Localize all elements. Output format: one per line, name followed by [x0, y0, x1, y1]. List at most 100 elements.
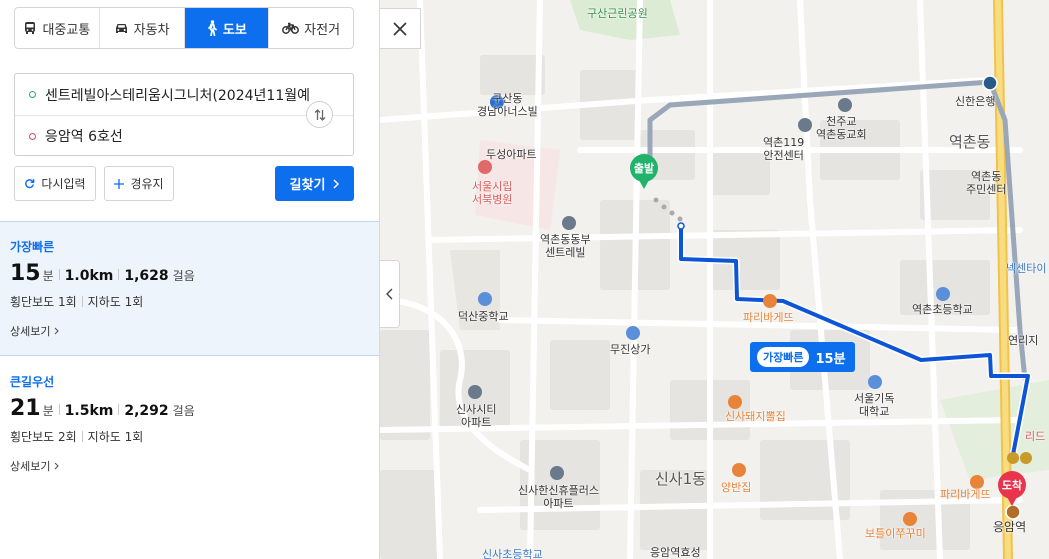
- destination-field[interactable]: 응암역 6호선: [15, 115, 353, 156]
- map-label-safety-center: 역촌119 안전센터: [763, 136, 805, 162]
- map-label-bakery: 파리바게뜨: [743, 311, 794, 324]
- result-minutes-unit: 분: [42, 404, 54, 418]
- reset-button[interactable]: 다시입력: [14, 166, 96, 201]
- divider: [58, 269, 60, 280]
- divider: [58, 404, 60, 415]
- chevron-left-icon: [386, 288, 393, 300]
- map-label-place: 연리지: [1008, 334, 1039, 347]
- search-route-button[interactable]: 길찾기: [275, 166, 354, 201]
- swap-arrows-icon: [314, 108, 325, 121]
- church-poi-icon: [838, 98, 852, 112]
- result-steps: 1,628: [124, 268, 169, 284]
- park-area: [570, 0, 680, 40]
- transport-mode-tabs: 대중교통 자동차 도보 자전거: [14, 7, 354, 49]
- map-label-hospital: 서울시립 서북병원: [472, 180, 513, 206]
- apartment-poi-icon: [562, 216, 576, 230]
- tab-public-transit-label: 대중교통: [42, 22, 91, 38]
- route-panel: 대중교통 자동차 도보 자전거 센트레빌아스테리움시그니처(2024년11월예 …: [0, 0, 380, 559]
- route-start-node: [677, 222, 685, 230]
- tab-car-label: 자동차: [133, 22, 170, 38]
- eta-time: 15분: [815, 351, 846, 367]
- tab-public-transit[interactable]: 대중교통: [15, 8, 100, 48]
- plus-icon: [114, 178, 125, 189]
- divider: [81, 296, 83, 307]
- tab-walk[interactable]: 도보: [184, 8, 270, 48]
- map-label-college: 서울기독 대학교: [854, 392, 895, 418]
- map-label-apartment: 신사한신휴플러스 아파트: [518, 484, 599, 510]
- start-pin-label: 출발: [630, 154, 658, 189]
- map-label-bakery: 파리바게뜨: [940, 488, 991, 501]
- result-crossings: 횡단보도 2회 지하도 1회: [10, 428, 379, 445]
- apartment-poi-icon: [468, 385, 482, 399]
- map-label-place: 리드: [1025, 430, 1046, 443]
- route-inputs: 센트레빌아스테리움시그니처(2024년11월예 응암역 6호선: [14, 73, 354, 156]
- map-label-park: 구산근린공원: [587, 7, 648, 20]
- hospital-poi-icon: [478, 160, 492, 174]
- route-eta-badge[interactable]: 가장빠른 15분: [750, 342, 855, 372]
- swap-button[interactable]: [306, 101, 333, 128]
- search-route-label: 길찾기: [289, 178, 326, 193]
- result-crosswalk: 횡단보도 2회: [10, 430, 77, 444]
- chevron-right-icon: [55, 327, 60, 335]
- map-base: [380, 0, 1049, 559]
- eta-tag: 가장빠른: [757, 347, 810, 367]
- waypoint-button[interactable]: 경유지: [104, 166, 174, 201]
- map-label-store: 넥센타이: [1006, 262, 1047, 275]
- result-steps: 2,292: [124, 403, 169, 419]
- start-pin[interactable]: 출발: [630, 154, 658, 189]
- map-label-apartment: 역촌동동부 센트레빌: [540, 233, 591, 259]
- result-title: 큰길우선: [10, 375, 55, 389]
- map-label-mall: 무진상가: [610, 343, 651, 356]
- result-underpass: 지하도 1회: [87, 430, 144, 444]
- firestation-poi-icon: [798, 118, 812, 132]
- restaurant-poi-icon: [903, 512, 917, 526]
- map-label-school: 덕산중학교: [458, 310, 509, 323]
- apartment-poi-icon: [550, 466, 564, 480]
- map-label-apartment: 구산동 경남아너스빌: [477, 92, 538, 118]
- result-minutes: 21: [10, 396, 41, 421]
- map-label-bank: 신한은행: [955, 95, 996, 108]
- waypoint-label: 경유지: [130, 177, 164, 191]
- result-title: 가장빠른: [10, 240, 55, 254]
- route-result-fastest[interactable]: 가장빠른 15 분 1.0km 1,628 걸음 횡단보도 1회 지하도 1회 …: [0, 221, 379, 356]
- detail-label: 상세보기: [10, 325, 51, 338]
- chevron-right-icon: [333, 178, 340, 189]
- detail-label: 상세보기: [10, 460, 51, 473]
- mall-poi-icon: [626, 326, 640, 340]
- result-crosswalk: 횡단보도 1회: [10, 295, 77, 309]
- subway-line-badge: [1020, 452, 1032, 464]
- divider: [118, 404, 120, 415]
- collapse-panel-button[interactable]: [380, 260, 400, 328]
- map-canvas[interactable]: 구산근린공원 구산동 경남아너스빌 신한은행 천주교 역촌동교회 역촌119 안…: [380, 0, 1049, 559]
- origin-text: 센트레빌아스테리움시그니처(2024년11월예: [45, 87, 310, 104]
- school-poi-icon: [936, 287, 950, 301]
- school-poi-icon: [478, 292, 492, 306]
- detail-link[interactable]: 상세보기: [10, 323, 379, 339]
- end-pin[interactable]: 도착: [998, 471, 1026, 506]
- map-label-district: 역촌동: [949, 133, 991, 151]
- map-label-station: 응암역: [993, 520, 1027, 534]
- result-distance: 1.0km: [64, 268, 114, 284]
- destination-dot-icon: [29, 132, 36, 140]
- result-summary: 21 분 1.5km 2,292 걸음: [10, 396, 379, 421]
- map-label-community-center: 역촌동 주민센터: [966, 170, 1007, 196]
- map-label-school: 신사초등학교: [482, 548, 543, 559]
- result-underpass: 지하도 1회: [87, 295, 144, 309]
- result-distance: 1.5km: [64, 403, 114, 419]
- destination-text: 응암역 6호선: [45, 129, 123, 145]
- close-button[interactable]: [380, 8, 421, 49]
- tab-bicycle-label: 자전거: [304, 22, 341, 38]
- tab-bicycle[interactable]: 자전거: [269, 8, 353, 48]
- origin-dot-icon: [29, 91, 36, 98]
- origin-field[interactable]: 센트레빌아스테리움시그니처(2024년11월예: [15, 74, 353, 115]
- divider: [81, 431, 83, 442]
- tab-car[interactable]: 자동차: [100, 8, 185, 48]
- detail-link[interactable]: 상세보기: [10, 458, 379, 474]
- end-pin-label: 도착: [998, 471, 1026, 506]
- map-label-apartment: 신사시티 아파트: [456, 403, 497, 429]
- map-label-school: 역촌초등학교: [912, 303, 973, 316]
- subway-line-badge: [1007, 452, 1019, 464]
- result-summary: 15 분 1.0km 1,628 걸음: [10, 261, 379, 286]
- map-label-restaurant: 신사돼지뽈집: [725, 410, 786, 423]
- route-result-main-road[interactable]: 큰길우선 21 분 1.5km 2,292 걸음 횡단보도 2회 지하도 1회 …: [0, 357, 379, 492]
